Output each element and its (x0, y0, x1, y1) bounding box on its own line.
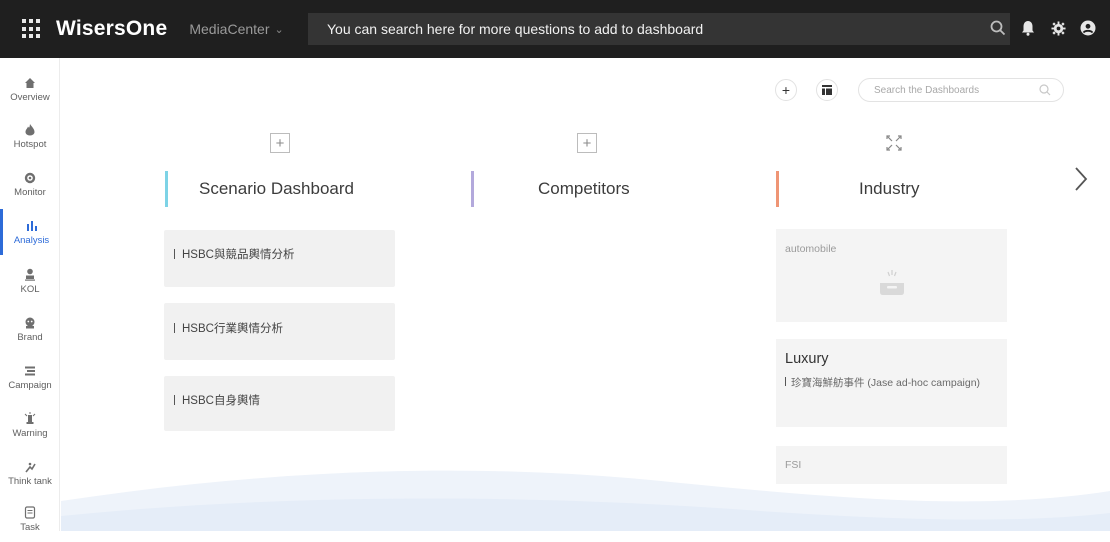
card-subitem-label: 珍寶海鮮舫事件 (Jase ad-hoc campaign) (791, 377, 981, 389)
card-title: HSBC自身輿情 (182, 395, 260, 407)
sidebar-item-label: Brand (17, 331, 43, 343)
card-title: FSI (785, 459, 802, 471)
brand-icon (23, 316, 37, 330)
sidebar-item-monitor[interactable]: Monitor (0, 161, 60, 207)
warning-icon (23, 412, 37, 426)
brand-logo[interactable]: WisersOne (56, 17, 167, 41)
layout-icon (822, 85, 832, 95)
scenario-card[interactable]: HSBC行業輿情分析 (164, 303, 395, 360)
sidebar-item-hotspot[interactable]: Hotspot (0, 113, 60, 159)
user-account-icon[interactable] (1078, 18, 1098, 38)
card-title: HSBC與競品輿情分析 (182, 249, 295, 261)
scenario-color-bar (165, 171, 168, 207)
sidebar-item-think-tank[interactable]: Think tank (0, 450, 60, 496)
empty-box-icon (880, 270, 904, 295)
chevron-right-icon[interactable] (1071, 164, 1091, 194)
sidebar-item-campaign[interactable]: Campaign (0, 354, 60, 400)
scenario-card[interactable]: HSBC自身輿情 (164, 376, 395, 431)
industry-title[interactable]: Industry (859, 171, 919, 207)
task-icon (23, 506, 37, 520)
dashboard-search-placeholder: Search the Dashboards (874, 84, 980, 96)
dashboard-search-input[interactable]: Search the Dashboards (858, 78, 1064, 102)
gear-icon[interactable] (1048, 18, 1068, 38)
person-icon (23, 268, 37, 282)
layout-toggle-button[interactable] (816, 79, 838, 101)
card-title: automobile (785, 243, 837, 255)
module-dropdown[interactable]: MediaCenter ⌄ (189, 21, 283, 37)
search-icon[interactable] (988, 18, 1008, 38)
scenario-card[interactable]: HSBC與競品輿情分析 (164, 230, 395, 287)
bell-icon[interactable] (1018, 18, 1038, 38)
competitors-color-bar (471, 171, 474, 207)
flame-icon (23, 123, 37, 137)
chevron-down-icon: ⌄ (274, 23, 284, 36)
apps-grid-icon[interactable] (22, 19, 42, 39)
sidebar-item-label: Think tank (8, 475, 52, 487)
campaign-icon (23, 364, 37, 378)
sidebar-item-label: Overview (10, 91, 50, 103)
expand-plus-icon[interactable]: + (270, 133, 290, 153)
top-bar: WisersOne MediaCenter ⌄ You can search h… (0, 0, 1110, 58)
sidebar-item-analysis[interactable]: Analysis (0, 209, 60, 255)
sidebar: Overview Hotspot Monitor Analysis KOL Br… (0, 58, 60, 533)
module-label: MediaCenter (189, 21, 270, 37)
sidebar-item-overview[interactable]: Overview (0, 66, 60, 112)
sidebar-item-label: Warning (12, 427, 48, 439)
home-icon (23, 76, 37, 90)
add-dashboard-button[interactable]: + (775, 79, 797, 101)
competitors-title[interactable]: Competitors (538, 171, 630, 207)
scenario-dashboard-title[interactable]: Scenario Dashboard (199, 171, 354, 207)
card-subitem[interactable]: 珍寶海鮮舫事件 (Jase ad-hoc campaign) (785, 377, 985, 390)
target-icon (23, 171, 37, 185)
sidebar-item-brand[interactable]: Brand (0, 306, 60, 352)
sidebar-item-label: Hotspot (13, 138, 47, 150)
sidebar-item-label: Campaign (8, 379, 52, 391)
card-title: HSBC行業輿情分析 (182, 323, 283, 335)
collapse-arrows-icon[interactable] (883, 132, 905, 154)
industry-color-bar (776, 171, 779, 207)
industry-card-luxury[interactable]: Luxury 珍寶海鮮舫事件 (Jase ad-hoc campaign) (776, 339, 1007, 427)
sidebar-item-kol[interactable]: KOL (0, 258, 60, 304)
card-title: Luxury (785, 351, 829, 367)
expand-plus-icon[interactable]: + (577, 133, 597, 153)
industry-card-fsi[interactable]: FSI (776, 446, 1007, 484)
sidebar-item-label: KOL (20, 283, 40, 295)
main-content: + Search the Dashboards + + Scenario Das… (61, 58, 1110, 531)
global-search-input[interactable]: You can search here for more questions t… (308, 13, 1010, 45)
global-search-placeholder: You can search here for more questions t… (327, 21, 704, 37)
industry-card-automobile[interactable]: automobile (776, 229, 1007, 322)
top-icons (978, 18, 1098, 38)
sidebar-item-task[interactable]: Task (0, 496, 60, 542)
think-tank-icon (23, 460, 37, 474)
sidebar-item-warning[interactable]: Warning (0, 402, 60, 448)
sidebar-item-label: Analysis (13, 234, 50, 246)
sidebar-item-label: Monitor (14, 186, 46, 198)
bar-chart-icon (25, 219, 39, 233)
search-icon (1039, 84, 1051, 96)
